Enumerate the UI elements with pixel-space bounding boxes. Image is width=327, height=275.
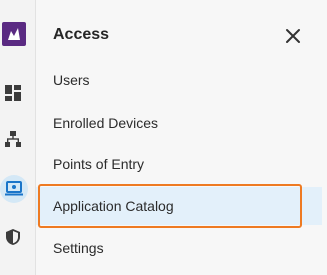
sidebar-rail: [0, 0, 36, 275]
nav-item-points-of-entry[interactable]: Points of Entry: [36, 145, 322, 183]
dashboard-icon[interactable]: [4, 84, 22, 102]
nav-item-users[interactable]: Users: [36, 61, 322, 99]
panel-title: Access: [53, 26, 110, 43]
close-button[interactable]: [282, 25, 304, 47]
nav-item-enrolled-devices[interactable]: Enrolled Devices: [36, 104, 322, 142]
nav-item-label: Points of Entry: [53, 156, 145, 172]
brand-logo-icon[interactable]: [2, 22, 26, 46]
nav-item-application-catalog[interactable]: Application Catalog: [36, 187, 322, 225]
access-icon[interactable]: [0, 175, 28, 203]
nav-item-settings[interactable]: Settings: [36, 229, 322, 267]
network-icon[interactable]: [4, 130, 22, 148]
nav-item-label: Users: [53, 72, 90, 88]
shield-icon[interactable]: [5, 228, 21, 246]
close-icon: [286, 29, 300, 43]
nav-item-label: Settings: [53, 240, 104, 256]
nav-item-label: Application Catalog: [53, 198, 174, 214]
nav-item-label: Enrolled Devices: [53, 115, 159, 131]
